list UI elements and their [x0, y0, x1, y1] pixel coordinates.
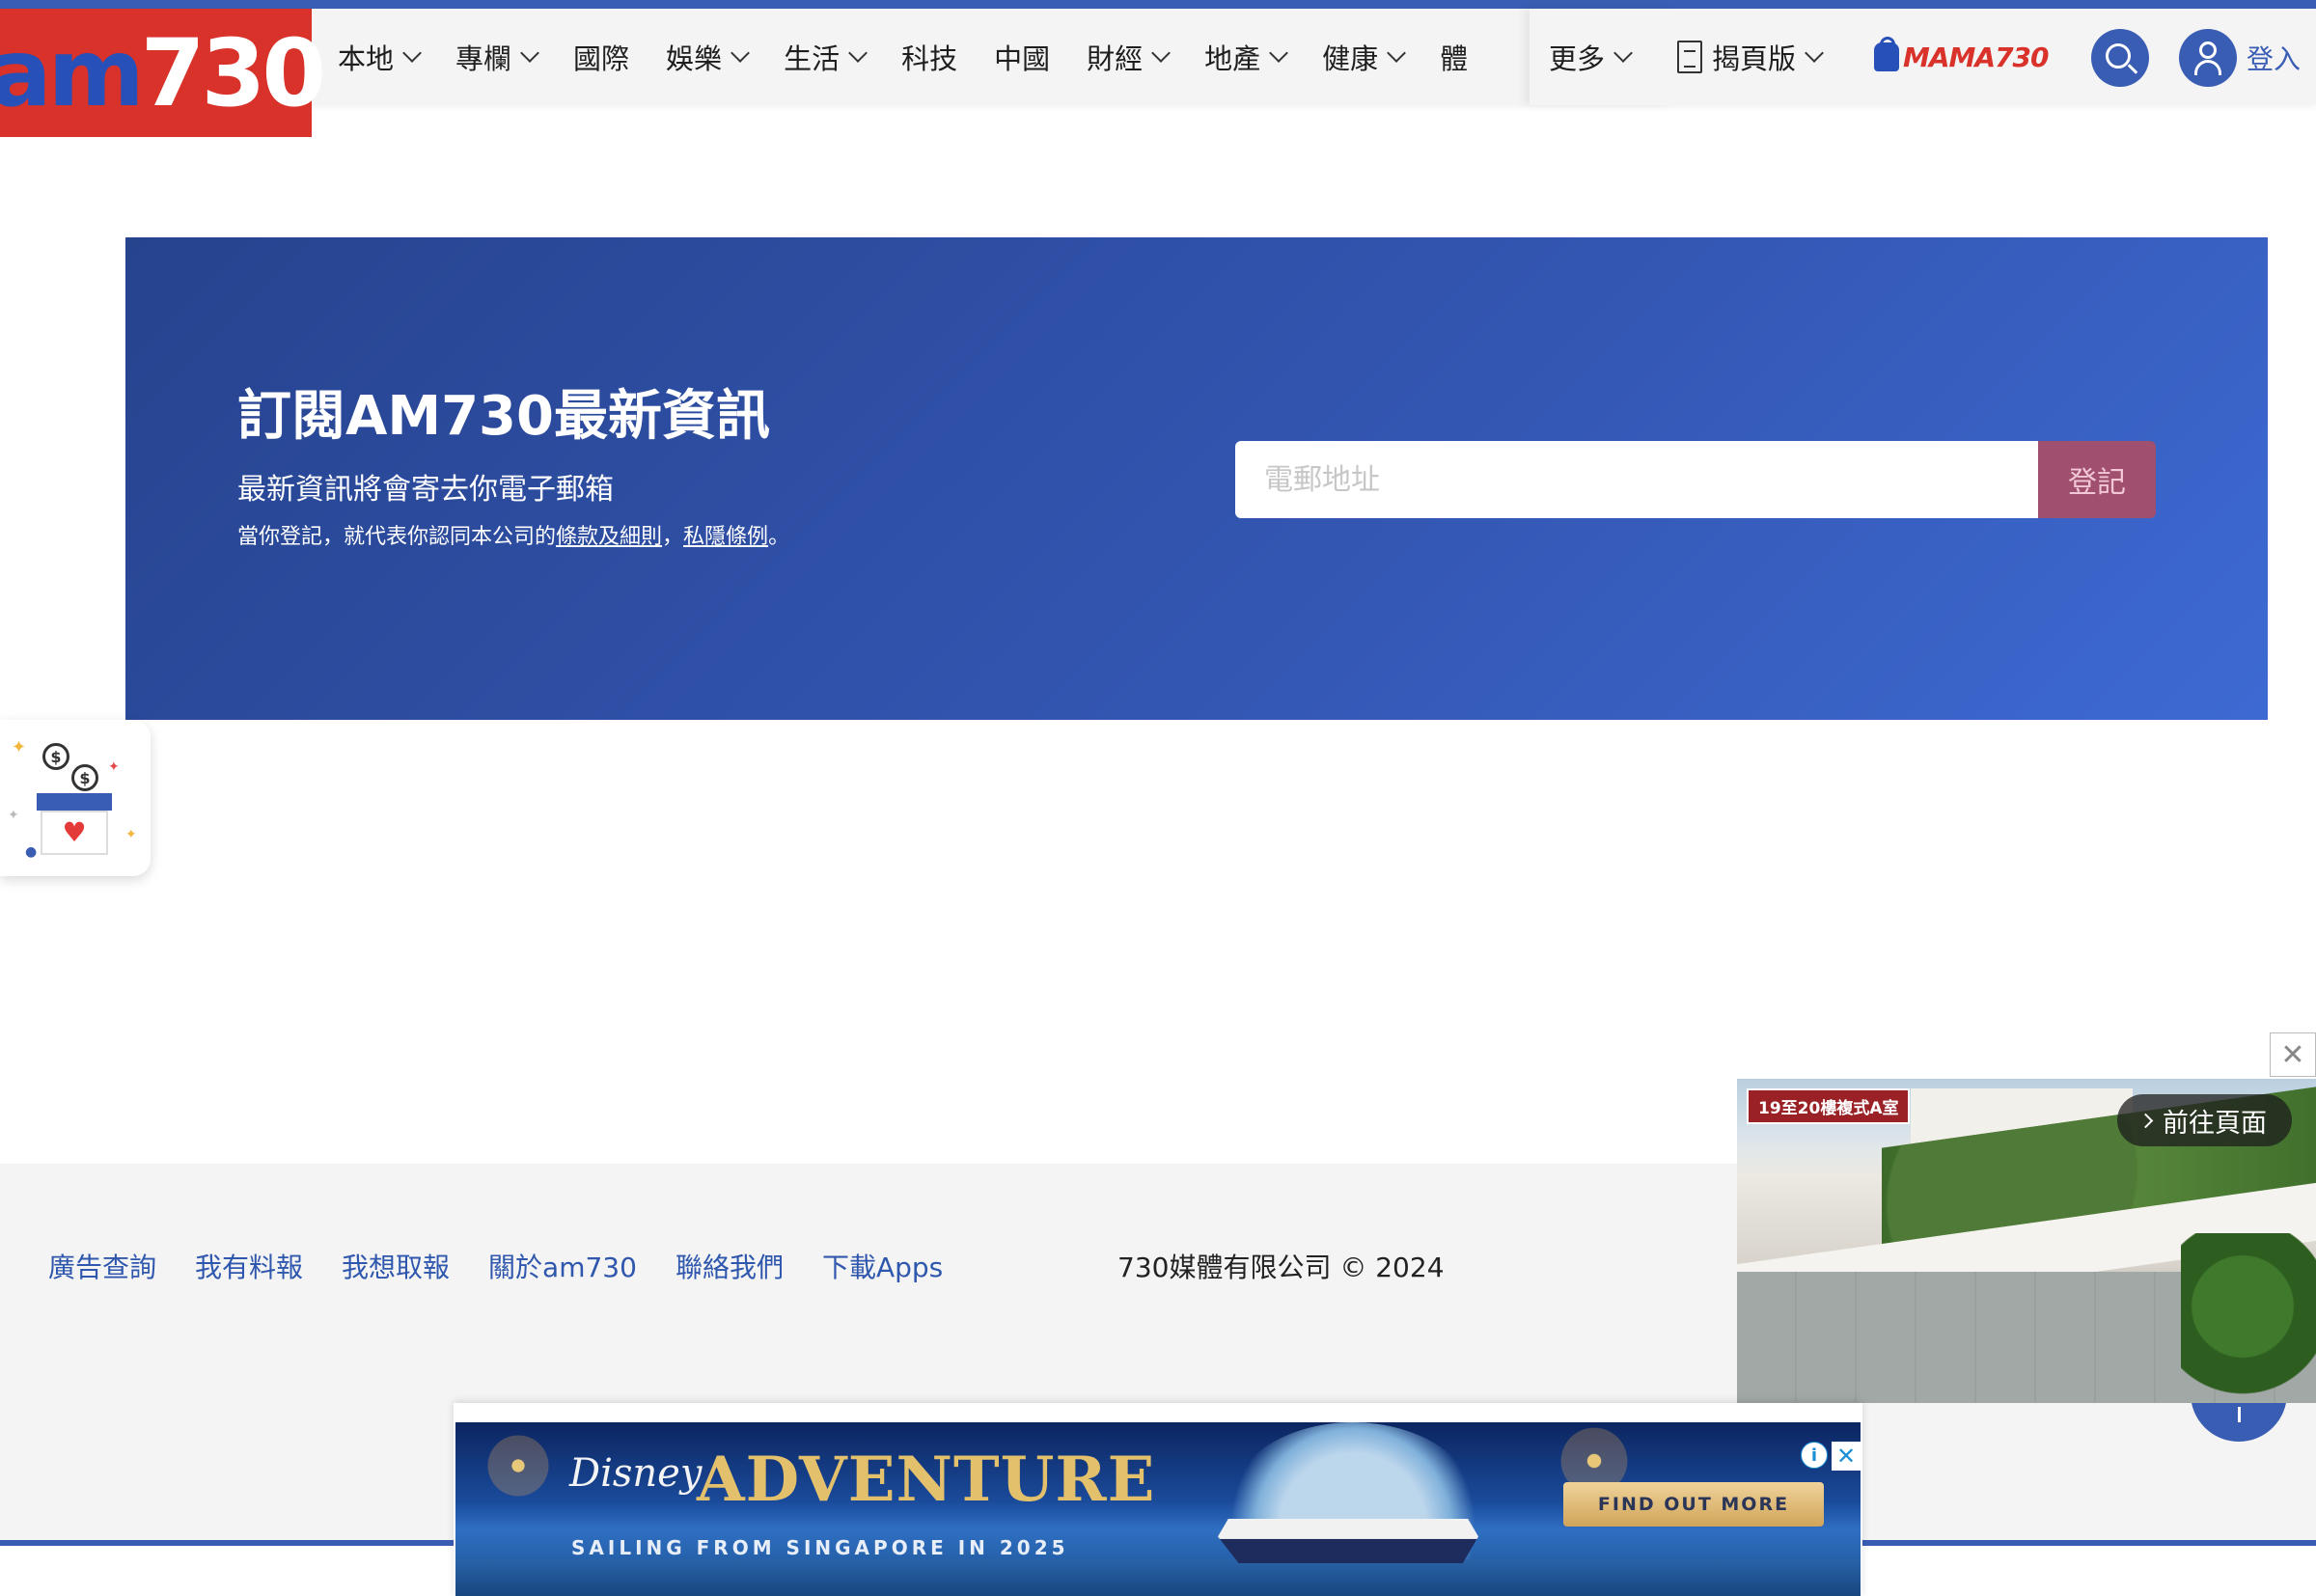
- newsletter-subtitle: 最新資訊將會寄去你電子郵箱: [237, 473, 614, 507]
- sparkle-icon: ✦: [8, 808, 19, 823]
- chevron-down-icon: [402, 43, 422, 63]
- main-nav: 本地 專欄 國際 娛樂 生活 科技 中國 財經 地產 健康 體: [338, 9, 1530, 105]
- nav-item-sports[interactable]: 體: [1440, 37, 1468, 77]
- dot-icon: ●: [25, 844, 38, 860]
- chevron-right-icon: [2137, 1113, 2154, 1128]
- newsletter-banner: 訂閱AM730最新資訊 最新資訊將會寄去你電子郵箱 當你登記，就代表你認同本公司…: [125, 237, 2268, 720]
- chevron-down-icon: [1269, 43, 1289, 63]
- video-ad-tag: 19至20樓複式A室: [1747, 1088, 1911, 1124]
- sparkle-icon: ✦: [12, 737, 27, 757]
- footer-links: 廣告查詢 我有料報 我想取報 關於am730 聯絡我們 下載Apps: [48, 1247, 981, 1285]
- video-ad[interactable]: 19至20樓複式A室 前往頁面: [1737, 1079, 2316, 1403]
- ad-brand: Disney: [569, 1451, 703, 1496]
- coin-icon: $: [71, 764, 98, 791]
- search-button[interactable]: [2091, 29, 2149, 87]
- nav-item-lifestyle[interactable]: 生活: [784, 37, 868, 77]
- nav-item-tech[interactable]: 科技: [901, 37, 957, 77]
- sparkle-icon: ✦: [125, 827, 137, 842]
- nav-item-property[interactable]: 地產: [1204, 37, 1289, 77]
- gift-box-lid: [37, 793, 112, 811]
- mama730-link[interactable]: MAMA730: [1874, 9, 2050, 105]
- login-button[interactable]: 登入: [2179, 29, 2301, 87]
- logo-am: am: [0, 18, 145, 127]
- newsletter-title: 訂閱AM730最新資訊: [237, 385, 770, 448]
- nav-item-finance[interactable]: 財經: [1087, 37, 1172, 77]
- heart-icon: ♥: [62, 816, 87, 848]
- chevron-down-icon: [731, 43, 750, 63]
- site-logo[interactable]: am730: [0, 9, 326, 137]
- footer-link-advertising[interactable]: 廣告查詢: [48, 1247, 156, 1285]
- chevron-down-icon: [1151, 43, 1172, 63]
- chevron-down-icon: [848, 43, 868, 63]
- email-field[interactable]: [1235, 441, 2038, 518]
- sparkle-icon: ✦: [108, 759, 120, 775]
- nav-item-international[interactable]: 國際: [573, 37, 629, 77]
- video-ad-shrub: [2181, 1233, 2316, 1403]
- nav-item-local[interactable]: 本地: [338, 37, 422, 77]
- coin-icon: $: [42, 743, 69, 770]
- nav-item-health[interactable]: 健康: [1322, 37, 1407, 77]
- epaper-link[interactable]: 揭頁版: [1677, 9, 1824, 105]
- info-icon[interactable]: i: [1801, 1442, 1828, 1469]
- bottom-ad-container: Disney ADVENTURE SAILING FROM SINGAPORE …: [454, 1403, 1862, 1596]
- footer-link-contact[interactable]: 聯絡我們: [676, 1247, 784, 1285]
- footer-link-about[interactable]: 關於am730: [488, 1247, 637, 1285]
- copyright-text: 730媒體有限公司 © 2024: [1117, 1252, 1445, 1283]
- subscribe-button[interactable]: 登記: [2038, 441, 2156, 518]
- footer-link-get-paper[interactable]: 我想取報: [342, 1247, 450, 1285]
- terms-link[interactable]: 條款及細則: [556, 525, 662, 549]
- newsletter-terms: 當你登記，就代表你認同本公司的條款及細則，私隱條例。: [237, 525, 790, 549]
- nav-more-menu[interactable]: 更多: [1530, 9, 1674, 105]
- user-icon: [2179, 29, 2237, 87]
- ad-headline: ADVENTURE: [697, 1444, 1156, 1516]
- cruise-ship-graphic: [1218, 1519, 1478, 1563]
- login-label: 登入: [2247, 43, 2302, 75]
- nav-item-columns[interactable]: 專欄: [455, 37, 539, 77]
- logo-number: 730: [140, 18, 326, 127]
- ad-cta-button[interactable]: FIND OUT MORE: [1563, 1482, 1824, 1527]
- search-icon: [2106, 43, 2131, 69]
- bag-icon: [1874, 37, 1899, 71]
- footer-link-download-apps[interactable]: 下載Apps: [822, 1247, 943, 1285]
- video-ad-go-button[interactable]: 前往頁面: [2117, 1094, 2292, 1146]
- gift-box: ♥: [41, 811, 108, 855]
- privacy-link[interactable]: 私隱條例: [683, 525, 768, 549]
- firework-graphic: [465, 1422, 571, 1519]
- chevron-down-icon: [1805, 43, 1824, 63]
- ad-sea-graphic: [455, 1559, 1861, 1596]
- ad-close-button[interactable]: ✕: [1832, 1442, 1861, 1471]
- disney-ad-banner[interactable]: Disney ADVENTURE SAILING FROM SINGAPORE …: [455, 1422, 1861, 1596]
- donation-widget[interactable]: ✦ ✦ ✦ ✦ ● $ $ ♥: [0, 720, 151, 876]
- ad-tagline: SAILING FROM SINGAPORE IN 2025: [571, 1536, 1069, 1559]
- chevron-down-icon: [1387, 43, 1407, 63]
- chevron-down-icon: [1613, 43, 1633, 63]
- newspaper-icon: [1677, 41, 1702, 73]
- nav-item-china[interactable]: 中國: [994, 37, 1050, 77]
- nav-item-entertainment[interactable]: 娛樂: [666, 37, 750, 77]
- top-accent-stripe: [0, 0, 2316, 9]
- chevron-down-icon: [520, 43, 539, 63]
- footer-link-news-tip[interactable]: 我有料報: [195, 1247, 303, 1285]
- video-ad-close-button[interactable]: ✕: [2270, 1032, 2316, 1077]
